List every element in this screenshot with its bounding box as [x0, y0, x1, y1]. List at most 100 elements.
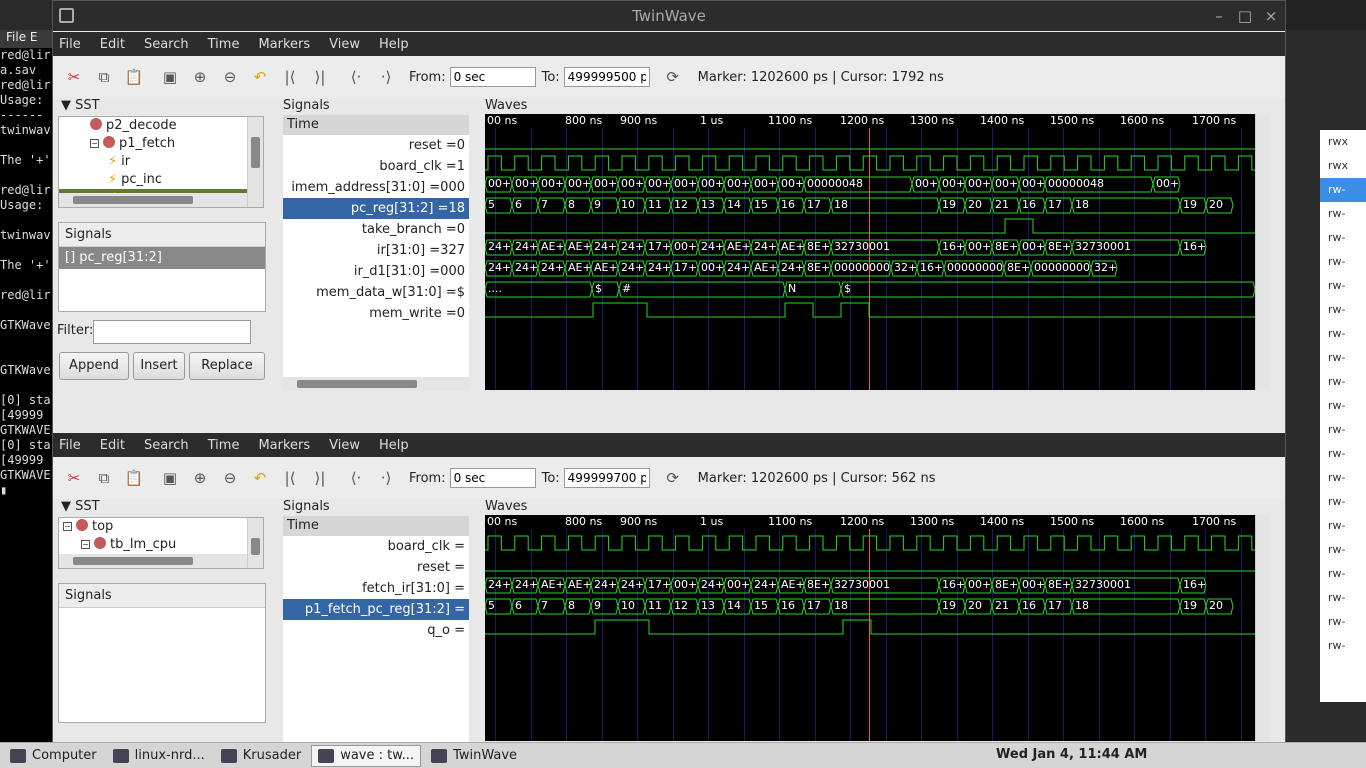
taskbar[interactable]: Computer linux-nrd... Krusader wave : tw...…: [0, 742, 1366, 768]
background-terminal[interactable]: File E red@lir a.sav red@lir Usage: ------ tw…: [0, 0, 52, 742]
zoom-start-icon[interactable]: |⟨: [277, 65, 303, 89]
sst-panel[interactable]: ▼ SSTp2_decode−p1_fetch⚡ir⚡pc_inc⚡pc_reg…: [53, 98, 269, 432]
zoom-fit-icon[interactable]: ▣: [157, 466, 183, 490]
permissions-column[interactable]: rwx rwx rw-rw-rw-rw-rw-rw-rw-rw-rw-rw-rw-r…: [1320, 130, 1366, 702]
replace-button[interactable]: Replace: [189, 352, 265, 380]
permission-cell[interactable]: rw-: [1320, 202, 1366, 226]
tree-vscrollbar[interactable]: [247, 117, 263, 207]
scroll-thumb[interactable]: [73, 557, 193, 565]
permission-cell[interactable]: rw-: [1320, 538, 1366, 562]
menu-edit[interactable]: Edit: [100, 438, 125, 453]
toolbar[interactable]: ✂⧉📋 ▣⊕⊖↶|⟨⟩| ⟨··⟩ From: To: ⟳ Marker: 1202600 …: [53, 56, 1285, 98]
permission-cell[interactable]: rwx: [1320, 154, 1366, 178]
permission-cell[interactable]: rw-: [1320, 466, 1366, 490]
permission-cell[interactable]: rw-: [1320, 370, 1366, 394]
menubar[interactable]: File Edit Search Time Markers View Help: [53, 433, 1285, 457]
zoom-end-icon[interactable]: ⟩|: [307, 466, 333, 490]
sst-tree[interactable]: −top−tb_lm_cpu−uut: [58, 517, 264, 569]
window-menu-icon[interactable]: [59, 8, 74, 23]
insert-button[interactable]: Insert: [133, 352, 185, 380]
menu-help[interactable]: Help: [379, 37, 409, 52]
signals-list[interactable]: Time reset =0 board_clk =1 imem_address[31:…: [283, 115, 469, 391]
scroll-thumb[interactable]: [251, 137, 260, 168]
menu-file[interactable]: File: [59, 37, 81, 52]
window-titlebar[interactable]: TwinWave – □ ×: [53, 1, 1285, 31]
permission-cell[interactable]: rw-: [1320, 250, 1366, 274]
waves-canvas[interactable]: 00 ns 800 ns 900 ns 1 us 1100 ns 1200 ns 1300 …: [485, 515, 1255, 741]
signal-row[interactable]: imem_address[31:0] =000: [283, 177, 469, 198]
tree-item-top[interactable]: − top: [59, 518, 263, 536]
signal-row[interactable]: reset =0: [283, 135, 469, 156]
tree-item-p2-decode[interactable]: p2_decode: [59, 117, 263, 135]
permission-cell[interactable]: rw-: [1320, 178, 1366, 202]
clock[interactable]: Wed Jan 4, 11:44 AM: [996, 747, 1147, 762]
undo-icon[interactable]: ↶: [247, 65, 273, 89]
zoom-out-icon[interactable]: ⊖: [217, 466, 243, 490]
permission-cell[interactable]: rw-: [1320, 562, 1366, 586]
bottom-gtkwave-pane[interactable]: File Edit Search Time Markers View Help ✂ ⧉ 📋 ▣ ⊕ ⊖ ↶…: [53, 433, 1285, 743]
from-input[interactable]: [449, 67, 536, 87]
collapse-icon[interactable]: −: [81, 540, 90, 549]
menu-view[interactable]: View: [329, 37, 360, 52]
permission-cell[interactable]: rw-: [1320, 298, 1366, 322]
waves-vscrollbar[interactable]: [1255, 114, 1269, 390]
scroll-thumb[interactable]: [73, 196, 193, 204]
cut-icon[interactable]: ✂: [61, 65, 87, 89]
scroll-thumb[interactable]: [251, 538, 260, 556]
copy-icon[interactable]: ⧉: [91, 65, 117, 89]
signal-row[interactable]: reset =: [283, 557, 469, 578]
zoom-in-icon[interactable]: ⊕: [187, 65, 213, 89]
reload-icon[interactable]: ⟳: [660, 65, 686, 89]
sst-collapse-icon[interactable]: ▼: [61, 98, 75, 113]
menu-markers[interactable]: Markers: [258, 438, 310, 453]
toolbar[interactable]: ✂⧉📋 ▣⊕⊖↶|⟨⟩| ⟨··⟩ From: To: ⟳ Marker: 1202600 …: [53, 457, 1285, 499]
signal-row[interactable]: ir_d1[31:0] =000: [283, 261, 469, 282]
sst-signal-item[interactable]: [] pc_reg[31:2]: [59, 247, 265, 269]
tree-item-tb-lm-cpu[interactable]: − tb_lm_cpu: [59, 536, 263, 554]
permission-cell[interactable]: rw-: [1320, 418, 1366, 442]
permission-cell[interactable]: rw-: [1320, 346, 1366, 370]
tree-item-ir[interactable]: ⚡ ir: [59, 153, 263, 171]
terminal-menubar[interactable]: File E: [0, 30, 52, 48]
permission-cell[interactable]: rwx: [1320, 130, 1366, 154]
menu-markers[interactable]: Markers: [258, 37, 310, 52]
signal-row[interactable]: board_clk =: [283, 536, 469, 557]
copy-icon[interactable]: ⧉: [91, 466, 117, 490]
next-edge-icon[interactable]: ·⟩: [373, 65, 399, 89]
sst-signals-box[interactable]: Signals[] pc_reg[31:2]: [58, 222, 266, 312]
paste-icon[interactable]: 📋: [121, 466, 147, 490]
permission-cell[interactable]: rw-: [1320, 226, 1366, 250]
tree-hscrollbar[interactable]: [59, 554, 247, 568]
sst-tree[interactable]: p2_decode−p1_fetch⚡ir⚡pc_inc⚡pc_regfetch: [58, 116, 264, 208]
menu-file[interactable]: File: [59, 438, 81, 453]
signals-list[interactable]: Time board_clk = reset = fetch_ir[31:0] = p1…: [283, 516, 469, 742]
menu-help[interactable]: Help: [379, 438, 409, 453]
sst-header[interactable]: ▼ SST: [53, 98, 269, 116]
prev-edge-icon[interactable]: ⟨·: [343, 466, 369, 490]
permission-cell[interactable]: rw-: [1320, 514, 1366, 538]
menu-time[interactable]: Time: [208, 438, 240, 453]
permission-cell[interactable]: rw-: [1320, 442, 1366, 466]
permission-cell[interactable]: rw-: [1320, 274, 1366, 298]
top-gtkwave-pane[interactable]: File Edit Search Time Markers View Help ✂ ⧉ 📋 ▣ ⊕ ⊖ ↶…: [53, 32, 1285, 432]
append-button[interactable]: Append: [59, 352, 129, 380]
maximize-icon[interactable]: □: [1233, 1, 1257, 31]
waves-canvas[interactable]: 00 ns 800 ns 900 ns 1 us 1100 ns 1200 ns 1300 …: [485, 114, 1255, 390]
taskbar-item[interactable]: TwinWave: [425, 745, 523, 767]
reload-icon[interactable]: ⟳: [660, 466, 686, 490]
zoom-fit-icon[interactable]: ▣: [157, 65, 183, 89]
sst-collapse-icon[interactable]: ▼: [61, 499, 75, 514]
collapse-icon[interactable]: −: [63, 522, 72, 531]
permission-cell[interactable]: rw-: [1320, 586, 1366, 610]
paste-icon[interactable]: 📋: [121, 65, 147, 89]
menu-search[interactable]: Search: [144, 438, 189, 453]
taskbar-item[interactable]: linux-nrd...: [107, 745, 211, 767]
menu-edit[interactable]: Edit: [100, 37, 125, 52]
twinwave-window[interactable]: TwinWave – □ × File Edit Search Time Markers…: [52, 0, 1286, 743]
signal-row[interactable]: q_o =: [283, 620, 469, 641]
menu-search[interactable]: Search: [144, 37, 189, 52]
tree-item-fetch[interactable]: fetch: [59, 207, 263, 208]
permission-cell[interactable]: rw-: [1320, 490, 1366, 514]
signal-row[interactable]: board_clk =1: [283, 156, 469, 177]
taskbar-item[interactable]: wave : tw...: [311, 744, 422, 767]
